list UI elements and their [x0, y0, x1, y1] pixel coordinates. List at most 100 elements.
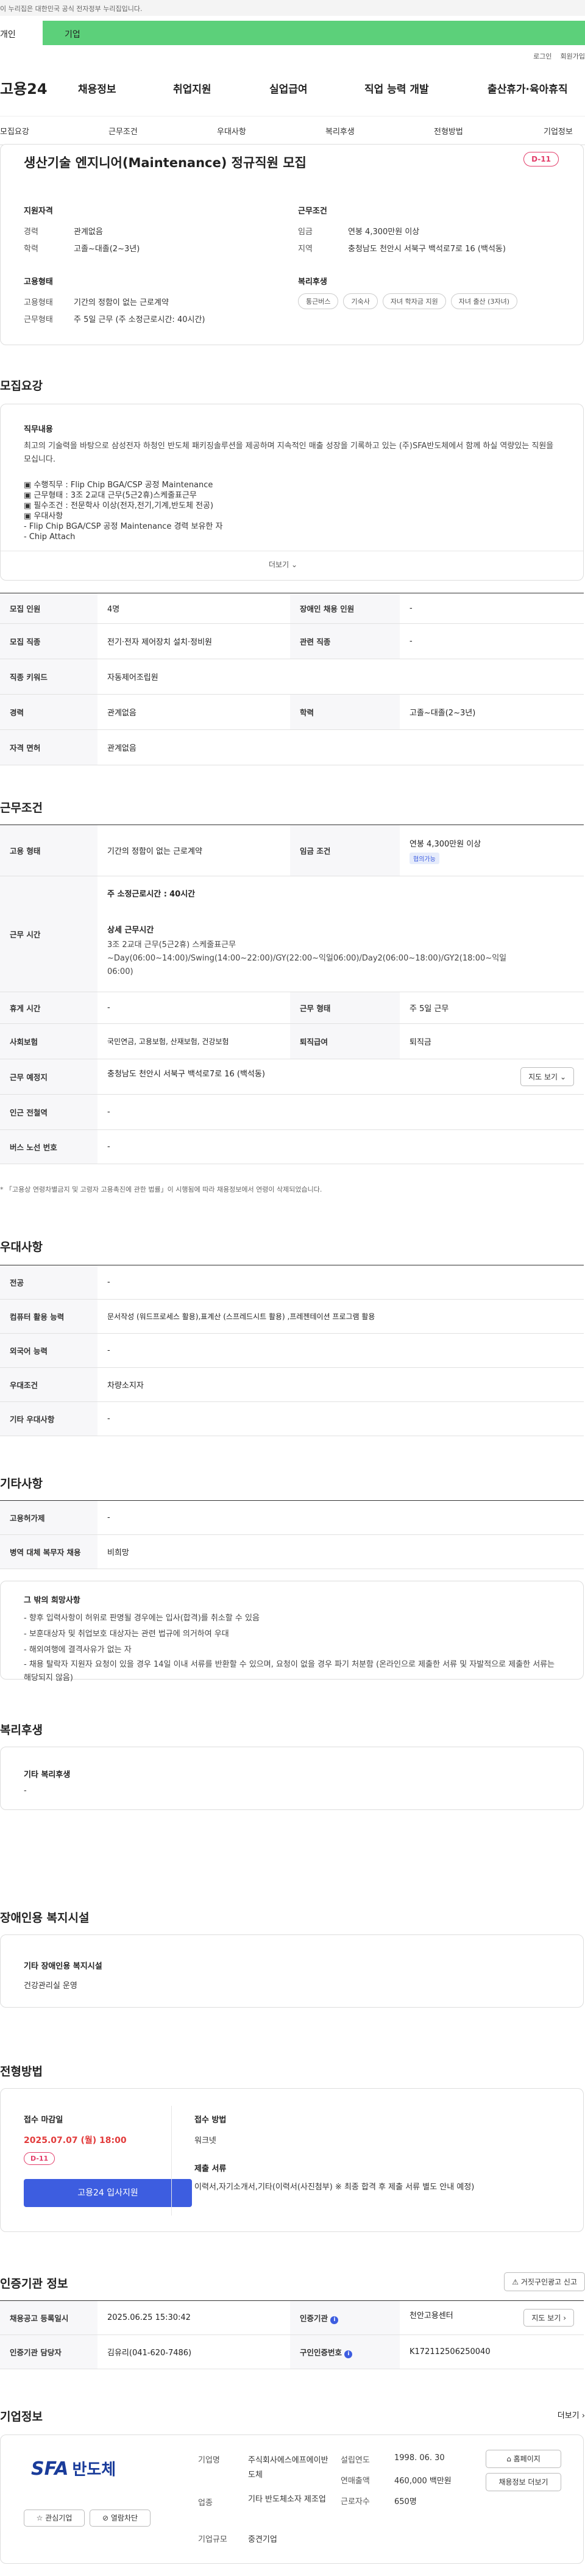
- menu-parental-leave[interactable]: 출산휴가·육아휴직: [488, 80, 568, 96]
- subnav-company[interactable]: 기업정보: [544, 125, 573, 137]
- emp-type-label: 고용형태: [24, 298, 53, 307]
- work-heading: 근무조건: [0, 801, 43, 815]
- info-icon[interactable]: i: [330, 2316, 339, 2324]
- chevron-right-icon: ›: [581, 2411, 585, 2420]
- weekly-hours-label: 주 소정근로시간 :: [107, 890, 167, 899]
- company-size-label: 기업규모: [198, 2535, 227, 2544]
- signup-link[interactable]: 회원가입: [561, 52, 585, 60]
- work-place: 충청남도 천안시 서북구 백석로7로 16 (백석동): [107, 1070, 265, 1079]
- util-links: 로그인 회원가입: [533, 51, 585, 61]
- wage-value: 연봉 4,300만원 이상: [410, 839, 481, 849]
- duty-card: 직무내용 최고의 기술력을 바탕으로 삼성전자 하청인 반도체 패키징솔루션을 …: [0, 404, 584, 581]
- false-ad-report-button[interactable]: ⚠ 거짓구인광고 신고: [504, 2272, 585, 2291]
- gnb: 고용24 채용정보 취업지원 실업급여 직업 능력 개발 출산휴가·육아휴직: [0, 73, 585, 104]
- table-row: 사회보험 국민연금, 고용보험, 산재보험, 건강보험 퇴직급여 퇴직금: [0, 1023, 584, 1059]
- menu-employment-support[interactable]: 취업지원: [173, 80, 211, 96]
- subnav-conditions[interactable]: 근무조건: [108, 125, 138, 137]
- audience-tabs: 개인 기업: [0, 18, 585, 49]
- docs-value: 이력서,자기소개서,기타(이력서(사진첨부) ※ 최종 합격 후 제출 서류 별…: [194, 2183, 475, 2192]
- certify-heading: 인증기관 정보: [0, 2277, 68, 2291]
- weekly-hours-value: 40시간: [169, 890, 196, 899]
- company-name-label: 기업명: [198, 2456, 220, 2465]
- method-value: 워크넷: [194, 2136, 216, 2145]
- table-row: 고용 형태 기간의 정함이 없는 근로계약 임금 조건 연봉 4,300만원 이…: [0, 825, 584, 876]
- subnav-preference[interactable]: 우대사항: [217, 125, 246, 137]
- info-icon[interactable]: i: [344, 2350, 353, 2358]
- job-title: 생산기술 엔지니어(Maintenance) 정규직원 모집: [24, 156, 307, 170]
- qual-heading: 지원자격: [24, 207, 53, 216]
- login-link[interactable]: 로그인: [533, 52, 551, 60]
- welfare-chips: 통근버스 기숙사 자녀 학자금 지원 자녀 출산 (3자녀): [298, 293, 522, 309]
- work-table: 고용 형태 기간의 정함이 없는 근로계약 임금 조건 연봉 4,300만원 이…: [0, 825, 584, 1164]
- cond-region-label: 지역: [298, 245, 313, 254]
- table-row: 근무 예정지 충청남도 천안시 서북구 백석로7로 16 (백석동) 지도 보기 ⌄: [0, 1059, 584, 1095]
- duty-line: - Chip Attach: [24, 532, 76, 542]
- list-item: - 해외여행에 결격사유가 없는 자: [24, 1645, 132, 1655]
- company-heading: 기업정보: [0, 2410, 43, 2424]
- menu-jobs[interactable]: 채용정보: [78, 80, 116, 96]
- section-subnav: 모집요강 근무조건 우대사항 복리후생 전형방법 기업정보: [0, 116, 585, 145]
- cond-wage-label: 임금: [298, 227, 313, 237]
- disab-heading: 장애인용 복지시설: [0, 1911, 90, 1925]
- job-summary-card: 생산기술 엔지니어(Maintenance) 정규직원 모집 D-11 지원자격…: [0, 144, 584, 345]
- company-more-link[interactable]: 더보기 ›: [558, 2409, 585, 2420]
- docs-label: 제출 서류: [194, 2164, 227, 2174]
- welfare-box-value: -: [24, 1786, 27, 1795]
- process-card: 접수 마감일 2025.07.07 (월) 18:00 D-11 고용24 입사…: [0, 2088, 584, 2232]
- block-icon: ⊘: [102, 2514, 109, 2522]
- company-emp-value: 650명: [394, 2497, 417, 2506]
- extra-list: - 향후 입력사항이 허위로 판명될 경우에는 입사(합격)를 취소할 수 있음…: [24, 1611, 560, 1685]
- company-industry-label: 업종: [198, 2499, 213, 2508]
- emp-shift-value: 주 5일 근무 (주 소정근로시간: 40시간): [74, 315, 205, 324]
- block-view-button[interactable]: ⊘ 열람차단: [90, 2510, 151, 2527]
- map-button[interactable]: 지도 보기 ⌄: [520, 1067, 574, 1086]
- tab-personal[interactable]: 개인: [0, 21, 43, 45]
- etc-heading: 기타사항: [0, 1477, 43, 1490]
- table-row: 직종 키워드 자동제어조립원: [0, 659, 584, 695]
- site-logo[interactable]: 고용24: [0, 77, 48, 98]
- menu-unemployment[interactable]: 실업급여: [269, 80, 308, 96]
- star-icon: ☆: [36, 2514, 43, 2522]
- duty-intro: 최고의 기술력을 바탕으로 삼성전자 하청인 반도체 패키징솔루션을 제공하며 …: [24, 442, 554, 464]
- company-size-value: 중견기업: [248, 2535, 277, 2544]
- duty-lines: ▣ 수행직무 : Flip Chip BGA/CSP 공정 Maintenanc…: [24, 480, 223, 542]
- company-est-value: 1998. 06. 30: [394, 2453, 445, 2463]
- table-row: 외국어 능력 -: [0, 1333, 584, 1368]
- menu-training[interactable]: 직업 능력 개발: [364, 80, 429, 96]
- subnav-recruit[interactable]: 모집요강: [0, 125, 29, 137]
- duty-more-button[interactable]: 더보기 ⌄: [269, 559, 297, 570]
- favorite-company-button[interactable]: ☆ 관심기업: [24, 2510, 85, 2527]
- welfare-heading-2: 복리후생: [0, 1723, 43, 1737]
- table-row: 기타 우대사항 -: [0, 1401, 584, 1436]
- agency-map-button[interactable]: 지도 보기 ›: [523, 2309, 574, 2327]
- apply-button[interactable]: 고용24 입사지원: [24, 2179, 192, 2207]
- table-row: 인증기관 담당자 김유리(041-620-7486) 구인인증번호 i K172112…: [0, 2334, 584, 2369]
- extra-card: 그 밖의 희망사항 - 향후 입력사항이 허위로 판명될 경우에는 입사(합격)…: [0, 1581, 584, 1683]
- chevron-down-icon: ⌄: [291, 560, 298, 569]
- deadline-value: 2025.07.07 (월) 18:00: [24, 2136, 127, 2145]
- age-note: * 「고용상 연령차별금지 및 고령자 고용촉진에 관한 법률」이 시행됨에 따…: [0, 1186, 322, 1193]
- homepage-button[interactable]: ⌂ 홈페이지: [486, 2450, 561, 2468]
- subnav-process[interactable]: 전형방법: [434, 125, 463, 137]
- company-jobs-button[interactable]: 채용정보 더보기: [486, 2473, 561, 2491]
- qual-edu-label: 학력: [24, 245, 38, 254]
- emp-type-value: 기간의 정함이 없는 근로계약: [74, 298, 169, 307]
- emp-shift-label: 근무형태: [24, 315, 53, 324]
- table-row: 휴게 시간 - 근무 형태 주 5일 근무: [0, 992, 584, 1024]
- recruit-table: 모집 인원 4명 장애인 채용 인원 - 모집 직종 전기·전자 제어장치 설치·정비원…: [0, 593, 584, 765]
- disab-box-title: 기타 장애인용 복지시설: [24, 1962, 102, 1971]
- cond-heading: 근무조건: [298, 207, 327, 216]
- table-row: 고용허가제 -: [0, 1500, 584, 1535]
- report-icon: ⚠: [512, 2278, 519, 2286]
- company-emp-label: 근로자수: [341, 2497, 370, 2506]
- tab-business[interactable]: 기업: [43, 21, 585, 45]
- table-row: 모집 인원 4명 장애인 채용 인원 -: [0, 593, 584, 624]
- pref-heading: 우대사항: [0, 1240, 43, 1254]
- subnav-welfare[interactable]: 복리후생: [325, 125, 355, 137]
- duty-line: ▣ 우대사항: [24, 512, 63, 521]
- company-sales-label: 연매출액: [341, 2477, 370, 2486]
- welfare-box-title: 기타 복리후생: [24, 1770, 71, 1780]
- hours-detail: 3조 2교대 근무(5근2휴) 스케줄표근무 ~Day(06:00~14:00)…: [107, 940, 507, 976]
- pref-table: 전공 - 컴퓨터 활용 능력 문서작성 (워드프로세스 활용),표계산 (스프레드시…: [0, 1265, 584, 1436]
- company-industry-value: 기타 반도체소자 제조업: [248, 2495, 326, 2504]
